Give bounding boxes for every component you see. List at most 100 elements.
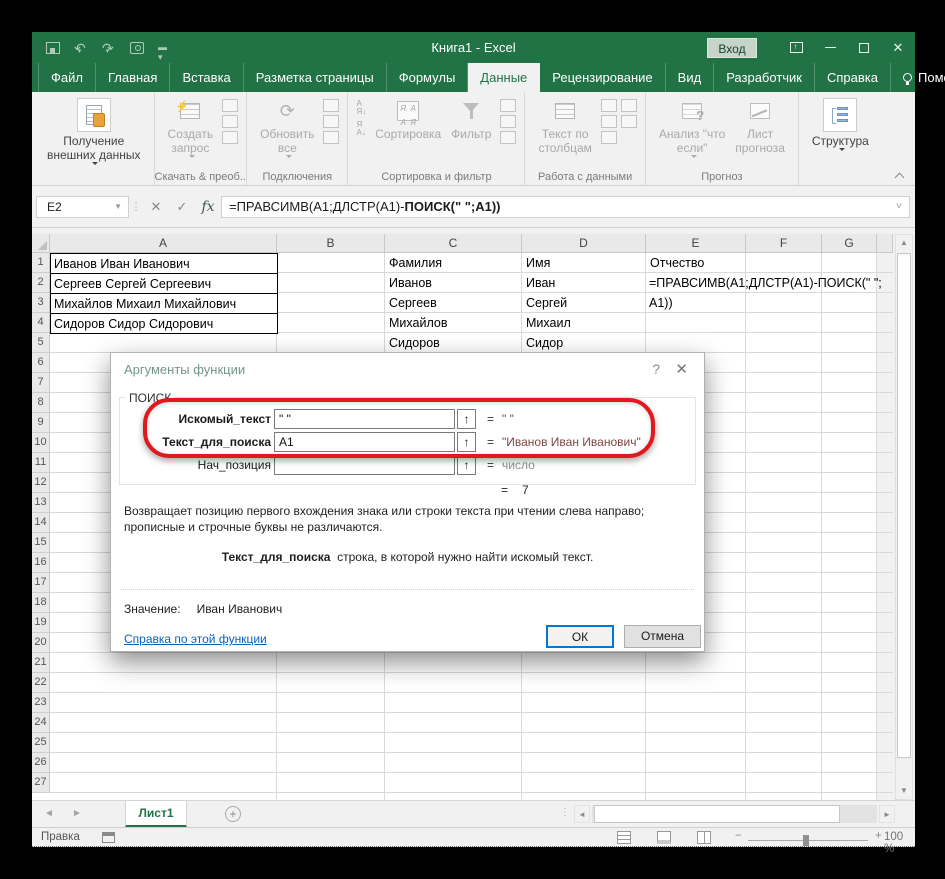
structure-button[interactable]: Структура (807, 97, 874, 155)
clear-filter-icon[interactable] (500, 99, 516, 112)
row-header-14[interactable]: 14 (32, 513, 50, 533)
cell-D1[interactable]: Имя (522, 253, 646, 273)
ribbon-tab-формулы[interactable]: Формулы (387, 63, 469, 92)
ribbon-tab-file[interactable]: Файл (38, 63, 96, 92)
row-header-25[interactable]: 25 (32, 733, 50, 753)
relationships-icon[interactable] (621, 115, 637, 128)
name-box[interactable]: E2 ▼ (36, 196, 129, 218)
column-header-C[interactable]: C (385, 234, 522, 253)
vertical-scroll-thumb[interactable] (897, 253, 911, 758)
row-header-24[interactable]: 24 (32, 713, 50, 733)
expand-formula-bar-icon[interactable]: ˅ (896, 201, 909, 212)
dialog-close-button[interactable]: ✕ (675, 360, 688, 378)
minimize-button[interactable] (813, 32, 847, 63)
row-header-10[interactable]: 10 (32, 433, 50, 453)
cell-D3[interactable]: Сергей (522, 293, 646, 313)
row-header-20[interactable]: 20 (32, 633, 50, 653)
enter-entry-button[interactable]: ✓ (169, 199, 195, 215)
maximize-button[interactable] (847, 32, 881, 63)
row-header-9[interactable]: 9 (32, 413, 50, 433)
cell-C5[interactable]: Сидоров (385, 333, 522, 353)
vertical-scrollbar[interactable]: ▲ ▼ (895, 234, 913, 800)
consolidate-icon[interactable] (621, 99, 637, 112)
ribbon-tab-разработчик[interactable]: Разработчик (714, 63, 815, 92)
zoom-out-icon[interactable]: − (735, 830, 742, 842)
function-help-link[interactable]: Справка по этой функции (124, 632, 267, 646)
ribbon-tab-справка[interactable]: Справка (815, 63, 891, 92)
row-header-26[interactable]: 26 (32, 753, 50, 773)
column-header-A[interactable]: A (50, 234, 277, 253)
sort-ascending-icon[interactable]: АЯ↓ (356, 100, 366, 116)
row-header-1[interactable]: 1 (32, 253, 50, 273)
macro-record-icon[interactable] (102, 832, 115, 843)
scroll-right-icon[interactable]: ► (879, 805, 895, 823)
collapse-dialog-icon[interactable]: ↑ (457, 409, 476, 429)
data-validation-icon[interactable] (601, 131, 617, 144)
horizontal-scrollbar[interactable] (592, 805, 877, 823)
redo-icon[interactable]: ↷▾ (102, 42, 116, 54)
what-if-analysis-button[interactable]: Анализ "что если" (654, 97, 730, 162)
refresh-all-button[interactable]: ⟳ Обновить все (255, 97, 319, 162)
cell-E1[interactable]: Отчество (646, 253, 746, 273)
remove-duplicates-icon[interactable] (601, 115, 617, 128)
ribbon-tab-рецензирование[interactable]: Рецензирование (540, 63, 665, 92)
row-header-17[interactable]: 17 (32, 573, 50, 593)
argument-input-Искомый_текст[interactable]: " " (274, 409, 455, 429)
recent-sources-icon[interactable] (222, 99, 238, 112)
row-header-12[interactable]: 12 (32, 473, 50, 493)
row-header-11[interactable]: 11 (32, 453, 50, 473)
formula-bar-splitter[interactable]: ⋮ (129, 200, 143, 213)
sort-descending-icon[interactable]: ЯА↓ (356, 121, 366, 137)
row-header-16[interactable]: 16 (32, 553, 50, 573)
save-icon[interactable] (46, 42, 60, 54)
get-external-data-button[interactable]: Получение внешних данных (42, 97, 146, 169)
camera-icon[interactable] (130, 42, 144, 54)
zoom-in-icon[interactable]: + (875, 830, 882, 842)
cancel-button[interactable]: Отмена (624, 625, 701, 648)
advanced-filter-icon[interactable] (500, 131, 516, 144)
row-header-15[interactable]: 15 (32, 533, 50, 553)
cell-A4[interactable]: Сидоров Сидор Сидорович (50, 313, 278, 334)
forecast-sheet-button[interactable]: Лист прогноза (730, 97, 790, 156)
column-header-F[interactable]: F (746, 234, 822, 253)
cell-D5[interactable]: Сидор (522, 333, 646, 353)
row-header-7[interactable]: 7 (32, 373, 50, 393)
collapse-dialog-icon[interactable]: ↑ (457, 455, 476, 475)
cell-D2[interactable]: Иван (522, 273, 646, 293)
row-header-13[interactable]: 13 (32, 493, 50, 513)
cell-D4[interactable]: Михаил (522, 313, 646, 333)
ribbon-display-options-button[interactable] (779, 32, 813, 63)
row-header-4[interactable]: 4 (32, 313, 50, 333)
reapply-filter-icon[interactable] (500, 115, 516, 128)
ribbon-tab-вид[interactable]: Вид (666, 63, 715, 92)
next-sheet-icon[interactable]: ► (72, 808, 82, 819)
ribbon-tab-разметка страницы[interactable]: Разметка страницы (244, 63, 387, 92)
cancel-entry-button[interactable]: ✕ (143, 199, 169, 215)
scroll-left-icon[interactable]: ◄ (574, 805, 590, 823)
cell-C2[interactable]: Иванов (385, 273, 522, 293)
zoom-level[interactable]: 100 % (884, 831, 912, 855)
tell-me-assistant[interactable]: Помощн (891, 63, 945, 92)
cell-C4[interactable]: Михайлов (385, 313, 522, 333)
row-header-27[interactable]: 27 (32, 773, 50, 793)
collapse-dialog-icon[interactable]: ↑ (457, 432, 476, 452)
collapse-ribbon-icon[interactable] (895, 171, 905, 181)
new-query-button[interactable]: Создать запрос (163, 97, 219, 162)
ribbon-tab-данные[interactable]: Данные (468, 63, 540, 92)
edit-links-icon[interactable] (323, 131, 339, 144)
column-header-D[interactable]: D (522, 234, 646, 253)
column-header-G[interactable]: G (822, 234, 877, 253)
row-header-21[interactable]: 21 (32, 653, 50, 673)
scroll-up-icon[interactable]: ▲ (896, 235, 912, 251)
horizontal-scroll-thumb[interactable] (594, 805, 840, 823)
row-header-5[interactable]: 5 (32, 333, 50, 353)
page-break-view-icon[interactable] (697, 831, 711, 844)
undo-icon[interactable]: ↶▾ (74, 42, 88, 54)
from-table-icon[interactable] (222, 115, 238, 128)
row-header-2[interactable]: 2 (32, 273, 50, 293)
properties-icon[interactable] (323, 115, 339, 128)
cell-C3[interactable]: Сергеев (385, 293, 522, 313)
tab-scroll-splitter[interactable]: ⋮ (560, 807, 570, 818)
column-header-partial[interactable] (877, 234, 893, 253)
connections-icon[interactable] (323, 99, 339, 112)
